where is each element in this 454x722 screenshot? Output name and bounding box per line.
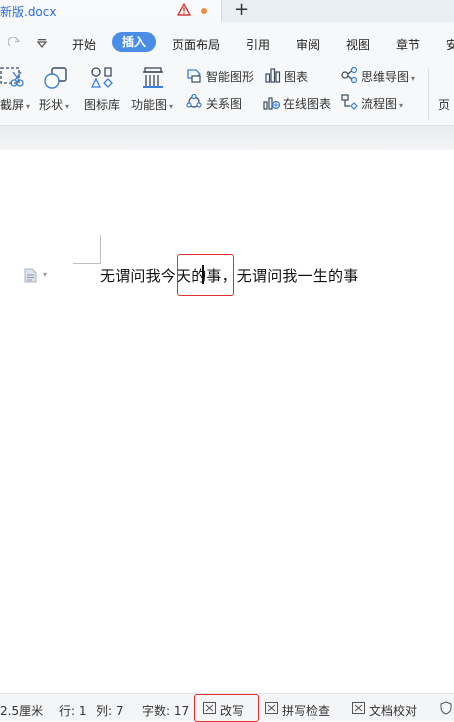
mind-map-icon[interactable] bbox=[341, 67, 358, 83]
menu-page-layout[interactable]: 页面布局 bbox=[172, 36, 220, 53]
smart-shape-button[interactable]: 智能图形 bbox=[206, 68, 254, 85]
paragraph-handle-caret[interactable]: ▾ bbox=[43, 270, 47, 279]
menu-insert[interactable]: 插入 bbox=[112, 32, 156, 52]
chart-button[interactable]: 图表 bbox=[284, 68, 308, 85]
ribbon-toolbar: 截屏 ▾ 形状 ▾ 图标库 功能图 ▾ 智能图形 图表 思维导图 ▾ 关系图 在… bbox=[0, 60, 454, 126]
warning-icon[interactable] bbox=[177, 3, 191, 17]
function-chart-button[interactable]: 功能图 ▾ bbox=[131, 96, 173, 113]
unsaved-indicator bbox=[201, 8, 207, 14]
screenshot-icon[interactable] bbox=[0, 66, 24, 88]
online-chart-button[interactable]: 在线图表 bbox=[283, 95, 331, 112]
highlight-box bbox=[177, 254, 234, 296]
menu-review[interactable]: 审阅 bbox=[296, 36, 320, 53]
online-chart-icon[interactable] bbox=[263, 94, 280, 110]
shapes-icon[interactable] bbox=[43, 66, 69, 90]
status-bar: 2.5厘米 行: 1 列: 7 字数: 17 改写 拼写检查 文档校对 bbox=[0, 693, 454, 722]
page-button[interactable]: 页 bbox=[438, 96, 450, 113]
paragraph-handle-icon[interactable] bbox=[24, 268, 37, 283]
margin-corner-mark bbox=[73, 235, 101, 264]
status-margin[interactable]: 2.5厘米 bbox=[0, 702, 43, 719]
status-word-count[interactable]: 字数: 17 bbox=[142, 702, 189, 719]
redo-icon[interactable] bbox=[8, 37, 22, 49]
flowchart-icon[interactable] bbox=[341, 94, 358, 110]
function-chart-icon[interactable] bbox=[140, 66, 166, 90]
menu-home[interactable]: 开始 bbox=[72, 36, 96, 53]
revise-highlight-box bbox=[194, 694, 259, 722]
new-tab-button[interactable]: + bbox=[234, 0, 249, 21]
shield-icon[interactable] bbox=[440, 701, 452, 715]
canvas-margin bbox=[0, 126, 454, 150]
status-row: 行: 1 bbox=[59, 704, 87, 718]
icon-library-button[interactable]: 图标库 bbox=[84, 96, 120, 113]
status-col: 列: 7 bbox=[96, 704, 124, 718]
spell-check-button[interactable]: 拼写检查 bbox=[282, 702, 330, 719]
chart-icon[interactable] bbox=[265, 67, 281, 83]
shapes-button[interactable]: 形状 ▾ bbox=[39, 96, 69, 113]
menu-view[interactable]: 视图 bbox=[346, 36, 370, 53]
document-tab[interactable]: 新版.docx bbox=[0, 0, 222, 22]
doc-proof-button[interactable]: 文档校对 bbox=[369, 702, 417, 719]
flowchart-button[interactable]: 流程图 ▾ bbox=[361, 95, 403, 112]
mind-map-button[interactable]: 思维导图 ▾ bbox=[361, 68, 415, 85]
tab-bar: 新版.docx + bbox=[0, 0, 454, 22]
document-title: 新版.docx bbox=[0, 5, 57, 19]
document-page[interactable] bbox=[0, 150, 454, 693]
screenshot-button[interactable]: 截屏 ▾ bbox=[0, 96, 30, 113]
relation-chart-icon[interactable] bbox=[186, 94, 202, 110]
ribbon-menu: 开始 插入 页面布局 引用 审阅 视图 章节 安 bbox=[0, 22, 454, 60]
relation-chart-button[interactable]: 关系图 bbox=[206, 95, 242, 112]
quick-access-more-icon[interactable] bbox=[37, 39, 47, 48]
spell-check-icon bbox=[265, 702, 278, 714]
menu-references[interactable]: 引用 bbox=[246, 36, 270, 53]
doc-proof-icon bbox=[352, 702, 365, 714]
icon-library-icon[interactable] bbox=[90, 66, 114, 90]
smart-shape-icon[interactable] bbox=[186, 67, 202, 83]
ribbon-separator bbox=[428, 68, 429, 120]
menu-chapter[interactable]: 章节 bbox=[396, 36, 420, 53]
menu-security[interactable]: 安 bbox=[446, 36, 454, 53]
